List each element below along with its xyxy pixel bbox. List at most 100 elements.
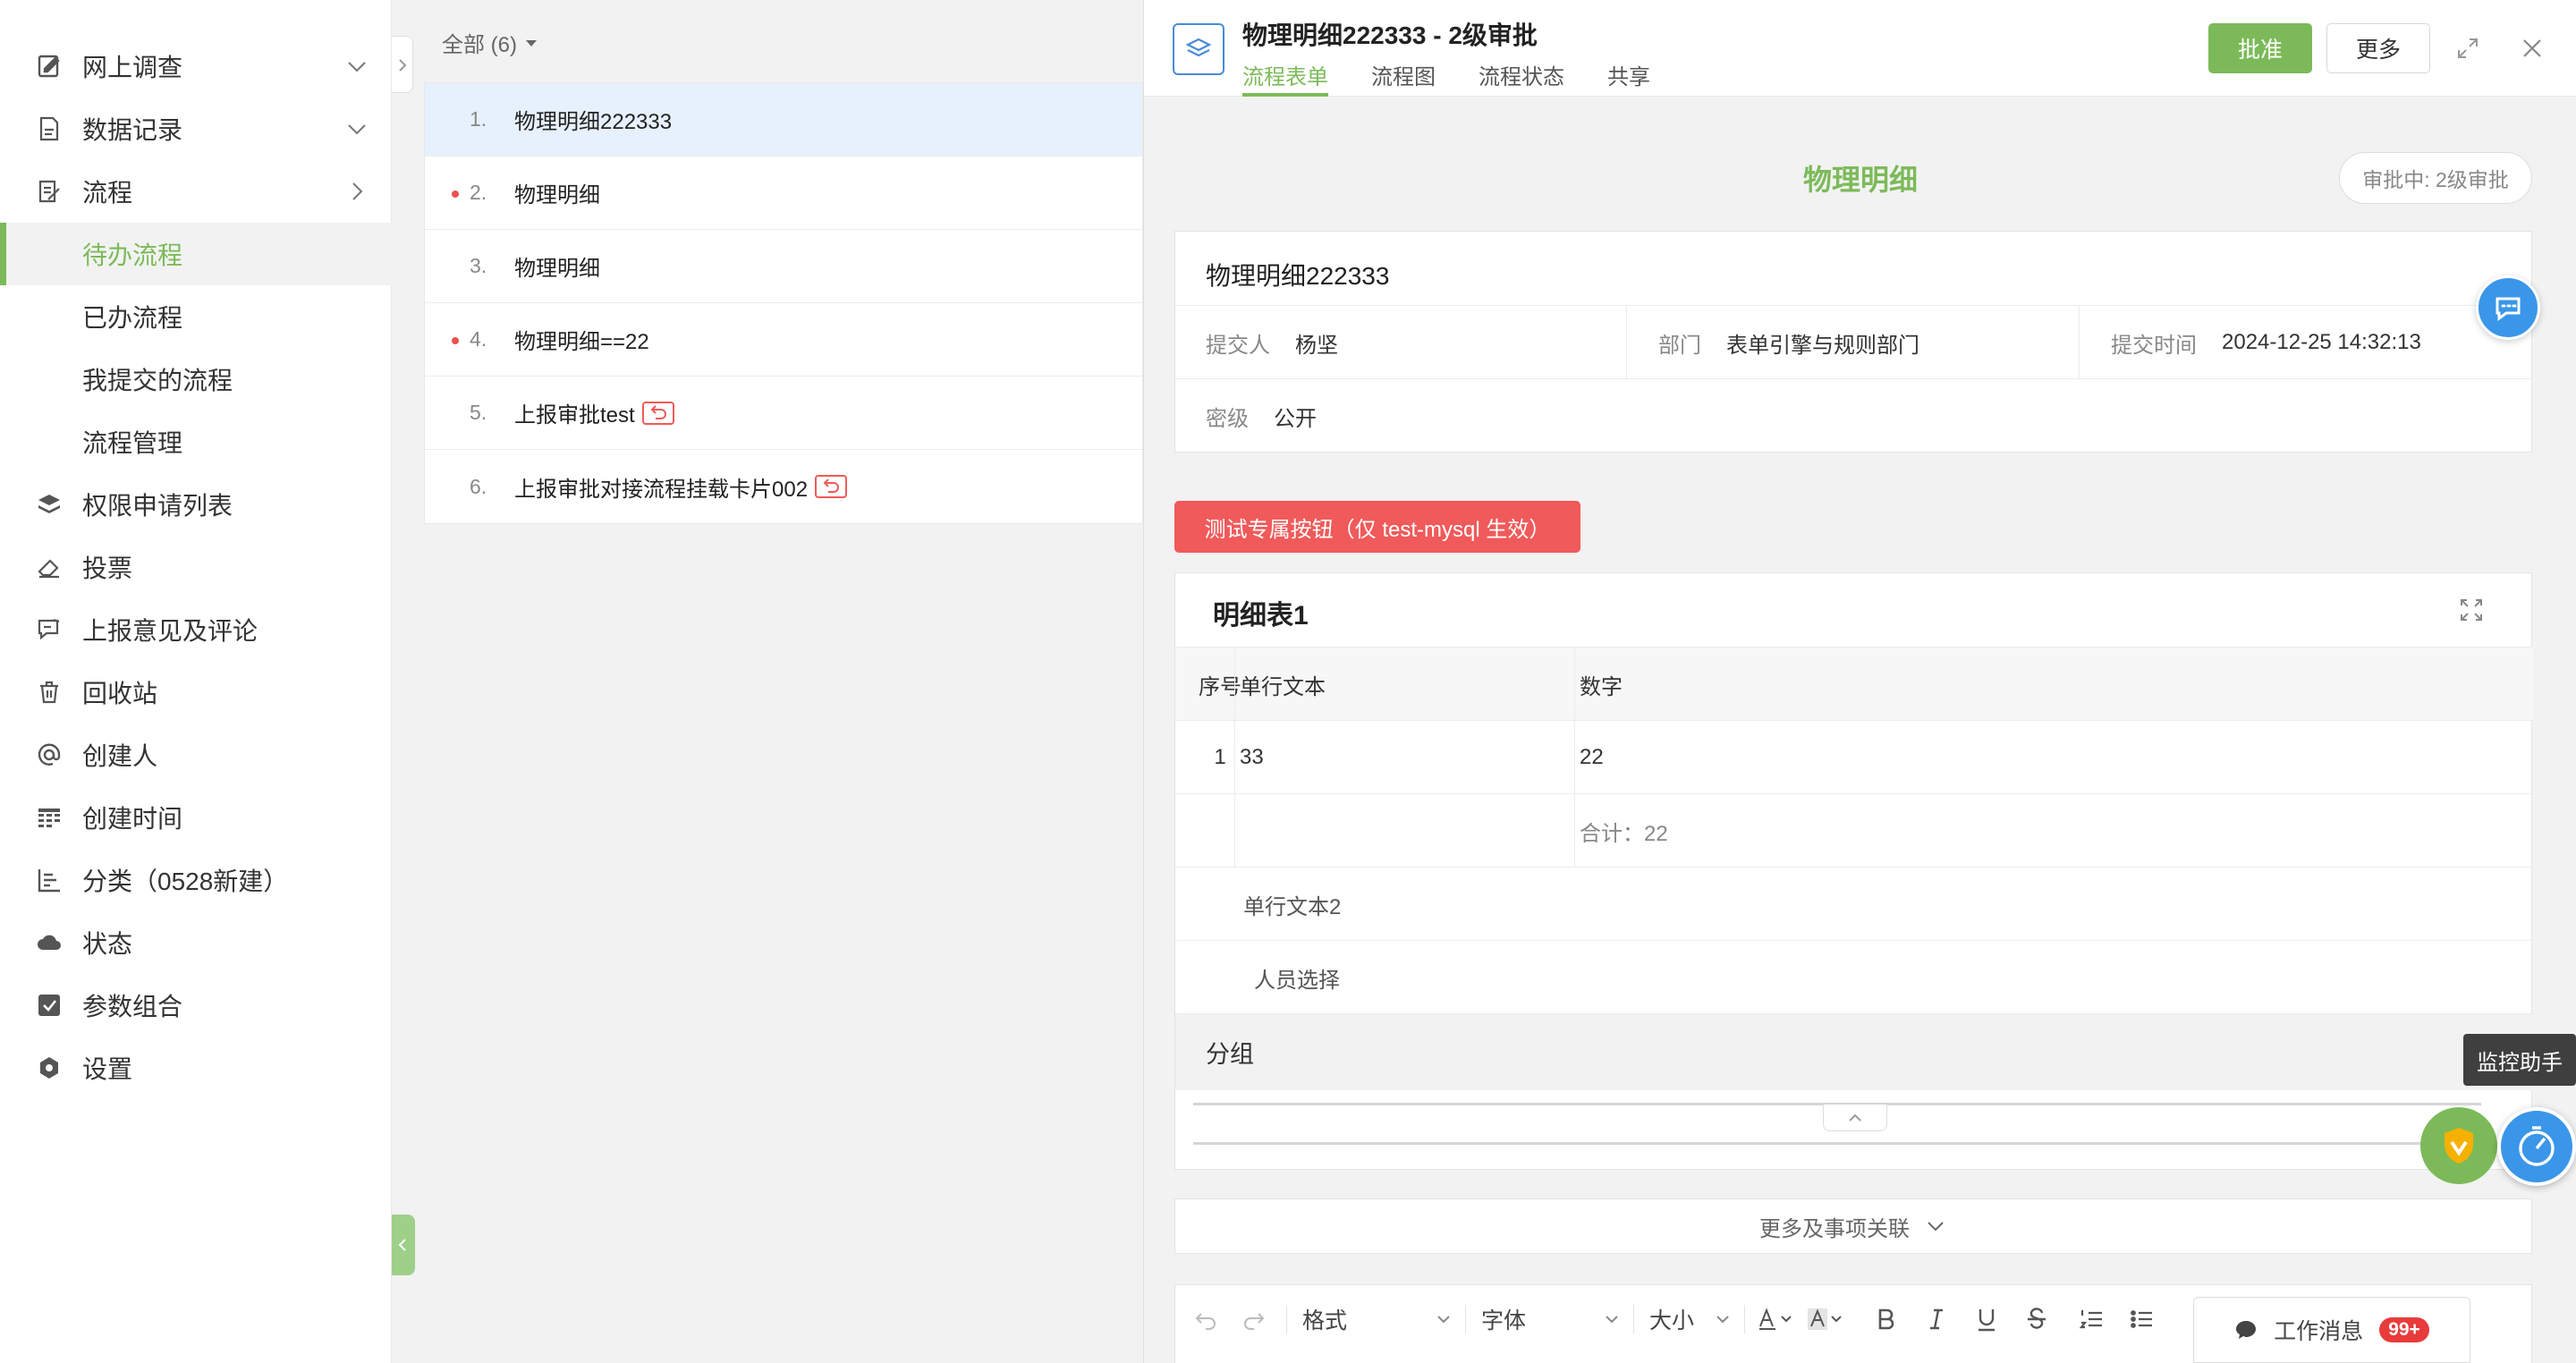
work-message-button[interactable]: 工作消息 99+ — [2193, 1297, 2470, 1363]
row-title: 上报审批对接流程挂载卡片002 — [514, 471, 848, 503]
sidebar-item-status[interactable]: 状态 — [0, 911, 392, 974]
sidebar-item-settings[interactable]: 设置 — [0, 1037, 392, 1099]
tab-flow-status[interactable]: 流程状态 — [1479, 59, 1564, 90]
collapse-sidebar-button[interactable] — [392, 36, 413, 93]
highlight-color-icon[interactable] — [1807, 1303, 1846, 1335]
list-item[interactable]: 1. 物理明细222333 — [425, 83, 1142, 157]
tab-share[interactable]: 共享 — [1607, 59, 1650, 90]
group-collapse-area — [1175, 1090, 2533, 1145]
list-item[interactable]: 4. 物理明细==22 — [425, 303, 1142, 377]
divider — [1574, 794, 1575, 868]
sidebar-item-label: 流程管理 — [82, 429, 183, 457]
expand-icon[interactable] — [2455, 36, 2480, 61]
monitor-assistant-tooltip: 监控助手 — [2463, 1034, 2576, 1086]
collapse-list-button[interactable] — [392, 1215, 415, 1275]
active-tab-indicator — [1242, 93, 1328, 97]
sidebar-item-flow-manage[interactable]: 流程管理 — [0, 411, 392, 473]
italic-icon[interactable] — [1925, 1303, 1948, 1335]
list-item[interactable]: 6. 上报审批对接流程挂载卡片002 — [425, 450, 1142, 523]
sidebar-item-creator[interactable]: 创建人 — [0, 724, 392, 786]
sidebar-item-done-flow[interactable]: 已办流程 — [0, 285, 392, 348]
divider — [1574, 648, 1575, 721]
chevron-right-icon[interactable] — [343, 178, 370, 205]
sidebar-item-label: 状态 — [82, 930, 133, 958]
sidebar-item-label: 创建人 — [82, 742, 158, 770]
sidebar-item-records[interactable]: 数据记录 — [0, 97, 392, 160]
font-color-icon[interactable] — [1757, 1303, 1796, 1335]
size-label: 大小 — [1649, 1308, 1695, 1333]
sidebar-item-category[interactable]: 分类（0528新建） — [0, 849, 392, 911]
sidebar-item-recycle[interactable]: 回收站 — [0, 661, 392, 724]
format-select[interactable]: 格式 — [1302, 1303, 1453, 1335]
at-icon — [36, 741, 63, 768]
row-title: 物理明细 — [514, 177, 600, 208]
sidebar-item-label: 投票 — [82, 555, 133, 582]
tab-flow-form[interactable]: 流程表单 — [1242, 59, 1328, 90]
work-message-label: 工作消息 — [2274, 1319, 2364, 1344]
format-label: 格式 — [1302, 1308, 1348, 1333]
divider — [1193, 1142, 2481, 1145]
sidebar-item-label: 流程 — [82, 179, 133, 207]
sidebar-item-pending-flow[interactable]: 待办流程 — [0, 223, 392, 285]
eraser-icon — [36, 554, 63, 580]
underline-icon[interactable] — [1975, 1303, 1998, 1335]
bold-icon[interactable] — [1875, 1303, 1898, 1335]
test-exclusive-button[interactable]: 测试专属按钮（仅 test-mysql 生效） — [1174, 501, 1580, 553]
field-row: 单行文本2 — [1175, 867, 2533, 940]
list-filter-dropdown[interactable]: 全部 (6) — [442, 27, 538, 58]
speedometer-icon[interactable] — [2497, 1107, 2576, 1186]
sidebar-item-survey[interactable]: 网上调查 — [0, 35, 392, 97]
fullscreen-icon[interactable] — [2458, 597, 2485, 623]
more-button[interactable]: 更多 — [2326, 23, 2430, 73]
workflow-icon — [36, 178, 63, 205]
records-icon — [36, 115, 63, 142]
list-item[interactable]: 5. 上报审批test — [425, 377, 1142, 450]
sidebar-item-report-comments[interactable]: 上报意见及评论 — [0, 598, 392, 661]
bullet-list-icon[interactable] — [2129, 1303, 2154, 1335]
sidebar-item-workflow[interactable]: 流程 — [0, 160, 392, 223]
sidebar-item-create-time[interactable]: 创建时间 — [0, 786, 392, 849]
more-relations-label: 更多及事项关联 — [1759, 1216, 1910, 1241]
unread-dot — [452, 190, 459, 198]
row-number: 5. — [470, 401, 487, 424]
detail-title: 物理明细222333 - 2级审批 — [1242, 21, 1538, 49]
unread-count-badge: 99+ — [2379, 1317, 2429, 1342]
size-select[interactable]: 大小 — [1649, 1303, 1732, 1335]
more-relations-toggle[interactable]: 更多及事项关联 — [1174, 1198, 2532, 1254]
col-header-text: 单行文本 — [1240, 674, 1326, 699]
sidebar-item-param-combo[interactable]: 参数组合 — [0, 974, 392, 1037]
divider — [1744, 1305, 1745, 1333]
sidebar-item-vote[interactable]: 投票 — [0, 536, 392, 598]
submit-time-field: 提交时间 2024-12-25 14:32:13 — [2111, 306, 2421, 379]
total-cell: 合计：22 — [1580, 821, 1668, 846]
chevron-up-icon[interactable] — [1823, 1105, 1887, 1131]
tab-flow-chart[interactable]: 流程图 — [1371, 59, 1436, 90]
sidebar-item-permission-requests[interactable]: 权限申请列表 — [0, 473, 392, 536]
col-header-number: 数字 — [1580, 674, 1623, 699]
list-item[interactable]: 3. 物理明细 — [425, 230, 1142, 303]
list-item[interactable]: 2. 物理明细 — [425, 157, 1142, 230]
chevron-down-icon[interactable] — [343, 115, 370, 142]
col-header-seq: 序号 — [1199, 674, 1241, 699]
field-row: 人员选择 — [1175, 940, 2533, 1013]
chevron-down-icon[interactable] — [343, 53, 370, 80]
field-label: 提交人 — [1206, 333, 1270, 358]
cell-text[interactable]: 33 — [1240, 721, 1264, 794]
font-select[interactable]: 字体 — [1481, 1303, 1621, 1335]
chevron-down-icon — [1924, 1215, 1947, 1238]
row-number: 6. — [470, 474, 487, 498]
chat-bubble-icon — [2234, 1318, 2258, 1342]
strikethrough-icon[interactable] — [2025, 1303, 2048, 1335]
undo-icon[interactable] — [1193, 1303, 1218, 1335]
approve-button[interactable]: 批准 — [2208, 23, 2312, 73]
close-icon[interactable] — [2520, 36, 2545, 61]
field-value: 2024-12-25 14:32:13 — [2222, 330, 2421, 354]
sidebar-item-my-submitted[interactable]: 我提交的流程 — [0, 348, 392, 411]
cell-number[interactable]: 22 — [1580, 721, 1604, 794]
shield-icon[interactable] — [2420, 1107, 2497, 1184]
sidebar-item-label: 我提交的流程 — [82, 367, 233, 394]
redo-icon[interactable] — [1241, 1303, 1267, 1335]
ordered-list-icon[interactable] — [2079, 1303, 2104, 1335]
field-label-text2: 单行文本2 — [1243, 894, 1342, 919]
customer-service-icon[interactable] — [2476, 275, 2540, 340]
